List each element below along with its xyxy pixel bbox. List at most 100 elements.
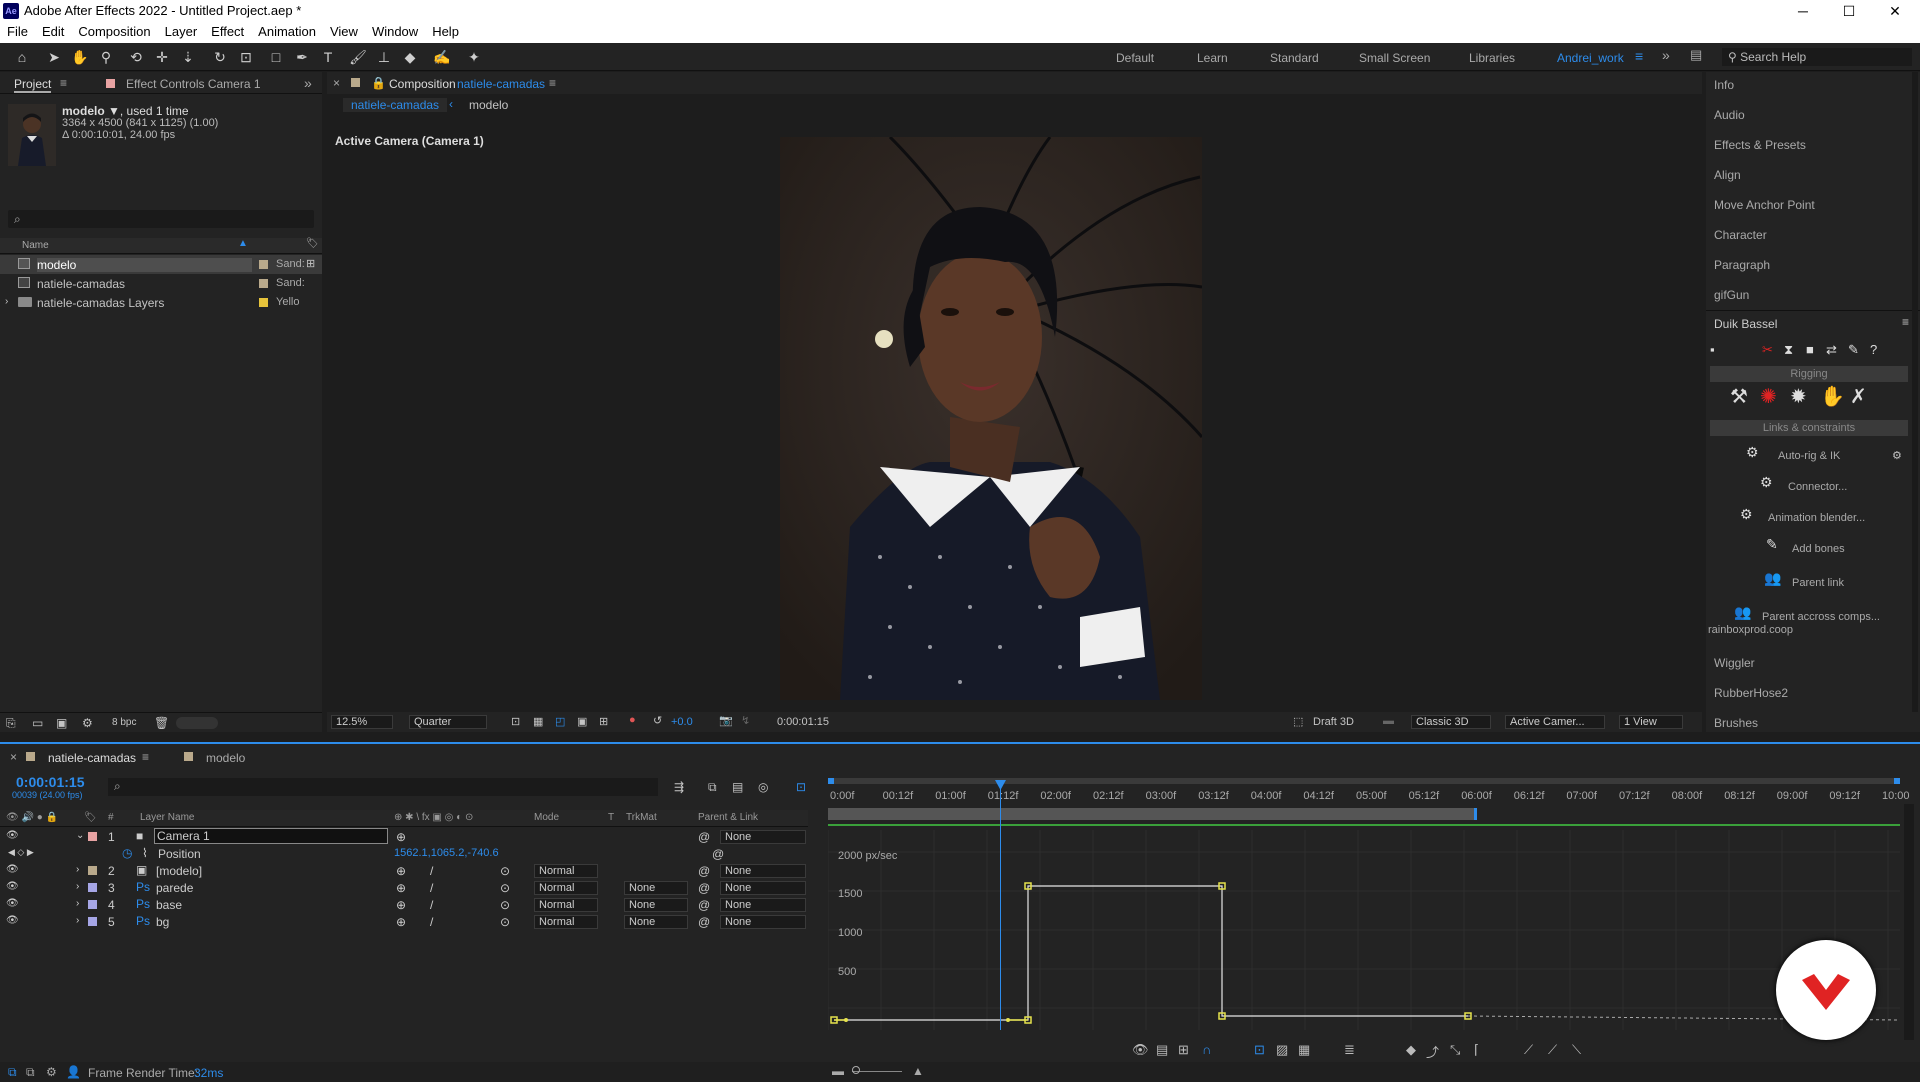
dolly-camera-icon[interactable]: ⇣ [178, 47, 198, 67]
tab-effect-controls[interactable]: Effect Controls Camera 1 [126, 77, 261, 91]
duik-links-tab[interactable]: Links & constraints [1710, 420, 1908, 436]
close-tab-icon[interactable]: × [333, 76, 340, 90]
playhead-line[interactable] [1000, 784, 1001, 1030]
menu-window[interactable]: Window [365, 22, 425, 39]
fit-all-icon[interactable]: ▨ [1276, 1042, 1288, 1058]
workspace-small-screen[interactable]: Small Screen [1359, 51, 1430, 65]
expand-arrow-icon[interactable]: › [76, 881, 79, 892]
composition-viewer-image[interactable] [780, 137, 1202, 700]
layer-name[interactable]: parede [156, 881, 193, 895]
bit-depth-button[interactable]: 8 bpc [112, 717, 136, 728]
menu-composition[interactable]: Composition [71, 22, 157, 39]
pan-camera-icon[interactable]: ✛ [152, 47, 172, 67]
panel-move-anchor-point[interactable]: Move Anchor Point [1714, 198, 1815, 212]
3d-layer-icon[interactable]: ⊙ [500, 915, 510, 929]
trkmat-dropdown[interactable]: None [624, 915, 688, 929]
show-snapshot-icon[interactable]: ↯ [741, 714, 750, 727]
parent-dropdown[interactable]: None [720, 830, 806, 844]
menu-edit[interactable]: Edit [35, 22, 71, 39]
workspace-standard[interactable]: Standard [1270, 51, 1319, 65]
transform-box-icon[interactable]: ⊞ [1178, 1042, 1189, 1058]
color-channel-icon[interactable]: ● [629, 714, 636, 726]
col-mode[interactable]: Mode [534, 812, 559, 823]
pick-whip-icon[interactable]: @ [698, 864, 710, 878]
graph-editor[interactable] [828, 830, 1900, 1030]
hold-keyframe-icon[interactable]: ◆ [1406, 1042, 1416, 1058]
workspace-default[interactable]: Default [1116, 51, 1154, 65]
panel-character[interactable]: Character [1714, 228, 1767, 242]
draft3d-toggle[interactable]: Draft 3D [1313, 716, 1354, 728]
auto-bezier-icon[interactable]: ⤡ [1450, 1042, 1460, 1058]
timeline-scrollbar[interactable] [1904, 804, 1914, 1040]
panel-paragraph[interactable]: Paragraph [1714, 258, 1770, 272]
shy-switch-icon[interactable]: ⊕ [396, 915, 406, 929]
user-icon[interactable]: 👤 [66, 1065, 81, 1079]
panel-gifgun[interactable]: gifGun [1714, 288, 1749, 302]
sort-up-icon[interactable]: ▲ [238, 238, 248, 249]
tab-menu-icon[interactable]: ≡ [549, 76, 556, 90]
transparency-grid-icon[interactable]: ▦ [533, 715, 543, 728]
new-composition-icon[interactable]: ▣ [56, 716, 67, 730]
zoom-tool-icon[interactable]: ⚲ [96, 47, 116, 67]
render-icon[interactable]: ⧉ [8, 1065, 17, 1080]
brush-tool-icon[interactable]: 🖌 [348, 47, 368, 67]
layer-row[interactable]: 👁 ⌄ 1 ■ Camera 1 ⊕ @ None [0, 828, 808, 845]
blend-mode-dropdown[interactable]: Normal [534, 881, 598, 895]
layer-row[interactable]: 👁 › 4 Ps base ⊕ / ⊙ Normal None @ None [0, 896, 808, 913]
duik-add-bones[interactable]: Add bones [1792, 543, 1845, 555]
tab-composition[interactable]: natiele-camadas [457, 77, 545, 91]
menu-file[interactable]: File [0, 22, 35, 39]
rotate-tool-icon[interactable]: ↻ [210, 47, 230, 67]
zoom-out-icon[interactable]: ▬ [832, 1064, 844, 1078]
layer-duration-bar[interactable] [828, 808, 1476, 820]
duik-bones-icon[interactable]: ⚒ [1730, 384, 1748, 409]
interpret-footage-icon[interactable]: ⎘ [6, 716, 16, 731]
renderer-dropdown[interactable]: Classic 3D [1411, 715, 1491, 729]
expand-arrow-icon[interactable]: › [76, 864, 79, 875]
layer-name[interactable]: [modelo] [156, 864, 202, 878]
expand-arrow-icon[interactable]: › [76, 915, 79, 926]
graph-options-icon[interactable]: ▤ [1156, 1042, 1168, 1058]
duik-camera-icon[interactable]: ■ [1806, 342, 1814, 357]
flowchart-icon[interactable]: ⊞ [306, 257, 315, 270]
position-value[interactable]: 1562.1,1065.2,-740.6 [394, 847, 499, 859]
close-button[interactable]: ✕ [1872, 0, 1918, 22]
duik-controllers-icon[interactable]: ✗ [1850, 384, 1867, 409]
panel-info[interactable]: Info [1714, 78, 1734, 92]
panel-effects-presets[interactable]: Effects & Presets [1714, 138, 1806, 152]
workspace-learn[interactable]: Learn [1197, 51, 1228, 65]
comp-timecode[interactable]: 0:00:01:15 [777, 716, 829, 728]
collapse-arrow-icon[interactable]: ⌄ [76, 830, 84, 841]
lock-icon[interactable]: 🔒 [371, 76, 386, 90]
duik-tools-icon[interactable]: ✎ [1848, 342, 1859, 358]
reset-exposure-icon[interactable]: ↺ [653, 714, 662, 727]
mask-visibility-icon[interactable]: ◰ [555, 715, 565, 728]
3d-layer-icon[interactable]: ⊙ [500, 881, 510, 895]
blend-mode-dropdown[interactable]: Normal [534, 915, 598, 929]
trkmat-dropdown[interactable]: None [624, 898, 688, 912]
duik-io-icon[interactable]: ⇄ [1826, 342, 1837, 358]
parent-dropdown[interactable]: None [720, 915, 806, 929]
zoom-in-icon[interactable]: ▲ [912, 1064, 924, 1078]
duik-credit[interactable]: rainboxprod.coop [1708, 624, 1793, 636]
linear-keyframe-icon[interactable]: ⤴ [1426, 1042, 1439, 1061]
panel-brushes[interactable]: Brushes [1714, 716, 1758, 730]
layer-name[interactable]: base [156, 898, 182, 912]
project-item-row[interactable]: natiele-camadas Sand: [0, 274, 322, 293]
duik-help-icon[interactable]: ? [1870, 342, 1877, 357]
roto-brush-icon[interactable]: ✍ [432, 47, 452, 67]
delete-icon[interactable]: 🗑 [154, 716, 169, 730]
zoom-dropdown[interactable]: 12.5% [331, 715, 393, 729]
layer-name[interactable]: Camera 1 [154, 828, 388, 844]
visibility-icon[interactable]: 👁 [6, 830, 19, 841]
more-workspaces-icon[interactable]: » [1662, 47, 1670, 63]
col-parent[interactable]: Parent & Link [698, 812, 758, 823]
exposure-value[interactable]: +0.0 [671, 716, 693, 728]
stopwatch-icon[interactable]: ◷ [122, 846, 132, 860]
visibility-icon[interactable]: 👁 [6, 881, 19, 892]
region-of-interest-icon[interactable]: ⊡ [511, 715, 520, 728]
blend-mode-dropdown[interactable]: Normal [534, 898, 598, 912]
hand-tool-icon[interactable]: ✋ [70, 47, 90, 67]
shy-switch-icon[interactable]: ⊕ [396, 864, 406, 878]
pick-whip-icon[interactable]: @ [698, 898, 710, 912]
